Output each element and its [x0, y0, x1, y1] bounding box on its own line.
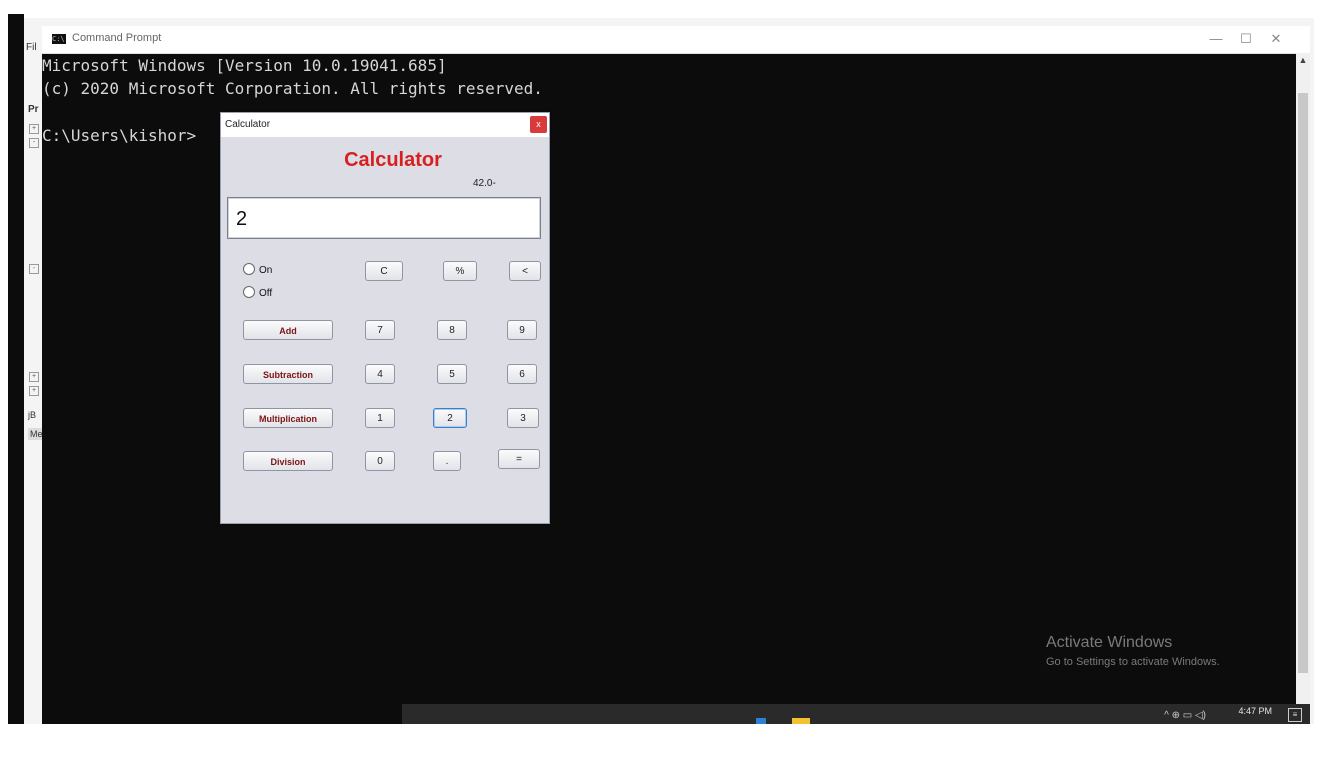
tree-expand-icon[interactable]: + [29, 124, 39, 134]
taskbar-folder-icon[interactable] [792, 718, 810, 724]
calculator-display[interactable]: 2 [227, 197, 541, 239]
command-prompt-icon: C:\ [52, 34, 66, 44]
cmd-title: Command Prompt [72, 32, 162, 44]
panel-fragment: jB [28, 410, 37, 420]
backspace-button[interactable]: < [509, 261, 541, 281]
terminal-line: (c) 2020 Microsoft Corporation. All righ… [42, 79, 543, 98]
terminal-prompt[interactable]: C:\Users\kishor> [42, 126, 196, 145]
taskbar[interactable]: ^ ⊕ ▭ ◁) 4:47 PM ≡ [402, 704, 1310, 724]
equals-button[interactable]: = [498, 449, 540, 469]
cmd-titlebar[interactable]: C:\ Command Prompt — ☐ ✕ [42, 26, 1310, 54]
tree-collapse-icon[interactable]: - [29, 138, 39, 148]
digit-1-button[interactable]: 1 [365, 408, 395, 428]
subtraction-button[interactable]: Subtraction [243, 364, 333, 384]
cmd-scrollbar[interactable]: ▲ ▼ [1296, 53, 1310, 724]
calculator-window-title: Calculator [225, 119, 271, 130]
radio-on-label: On [259, 265, 273, 276]
digit-0-button[interactable]: 0 [365, 451, 395, 471]
clear-button[interactable]: C [365, 261, 403, 281]
watermark-title: Activate Windows [1046, 634, 1173, 651]
scroll-up-icon[interactable]: ▲ [1296, 53, 1310, 67]
terminal-line: Microsoft Windows [Version 10.0.19041.68… [42, 56, 447, 75]
percent-button[interactable]: % [443, 261, 477, 281]
expression-label: 42.0- [473, 178, 496, 189]
notification-icon[interactable]: ≡ [1288, 708, 1302, 722]
system-tray-icons[interactable]: ^ ⊕ ▭ ◁) [1164, 710, 1206, 721]
radio-off[interactable]: Off [243, 286, 272, 299]
tree-expand-icon[interactable]: + [29, 372, 39, 382]
tree-expand-icon[interactable]: + [29, 386, 39, 396]
maximize-button[interactable]: ☐ [1234, 30, 1258, 48]
taskbar-app-icon[interactable] [756, 718, 766, 724]
add-button[interactable]: Add [243, 320, 333, 340]
digit-4-button[interactable]: 4 [365, 364, 395, 384]
minimize-button[interactable]: — [1204, 30, 1228, 48]
digit-5-button[interactable]: 5 [437, 364, 467, 384]
digit-7-button[interactable]: 7 [365, 320, 395, 340]
left-edge-strip [8, 14, 24, 724]
taskbar-clock[interactable]: 4:47 PM [1238, 706, 1272, 716]
multiplication-button[interactable]: Multiplication [243, 408, 333, 428]
calculator-window[interactable]: Calculator x Calculator 42.0- 2 On Off C… [220, 112, 550, 524]
calculator-titlebar[interactable]: Calculator x [221, 113, 549, 137]
activation-watermark: Activate Windows Go to Settings to activ… [1046, 634, 1220, 668]
digit-9-button[interactable]: 9 [507, 320, 537, 340]
display-value: 2 [236, 208, 248, 230]
digit-2-button[interactable]: 2 [433, 408, 467, 428]
radio-circle-icon[interactable] [243, 263, 255, 275]
menu-fragment[interactable]: Fil [26, 42, 37, 53]
calculator-close-button[interactable]: x [530, 116, 547, 133]
digit-8-button[interactable]: 8 [437, 320, 467, 340]
radio-on[interactable]: On [243, 263, 272, 276]
panel-fragment: Pr [28, 104, 39, 115]
radio-circle-icon[interactable] [243, 286, 255, 298]
radio-off-label: Off [259, 288, 273, 299]
decimal-button[interactable]: . [433, 451, 461, 471]
watermark-subtitle: Go to Settings to activate Windows. [1046, 656, 1220, 668]
division-button[interactable]: Division [243, 451, 333, 471]
scrollbar-thumb[interactable] [1298, 93, 1308, 673]
tree-collapse-icon[interactable]: - [29, 264, 39, 274]
digit-6-button[interactable]: 6 [507, 364, 537, 384]
close-button[interactable]: ✕ [1264, 30, 1288, 48]
calculator-heading: Calculator [344, 149, 442, 171]
digit-3-button[interactable]: 3 [507, 408, 539, 428]
